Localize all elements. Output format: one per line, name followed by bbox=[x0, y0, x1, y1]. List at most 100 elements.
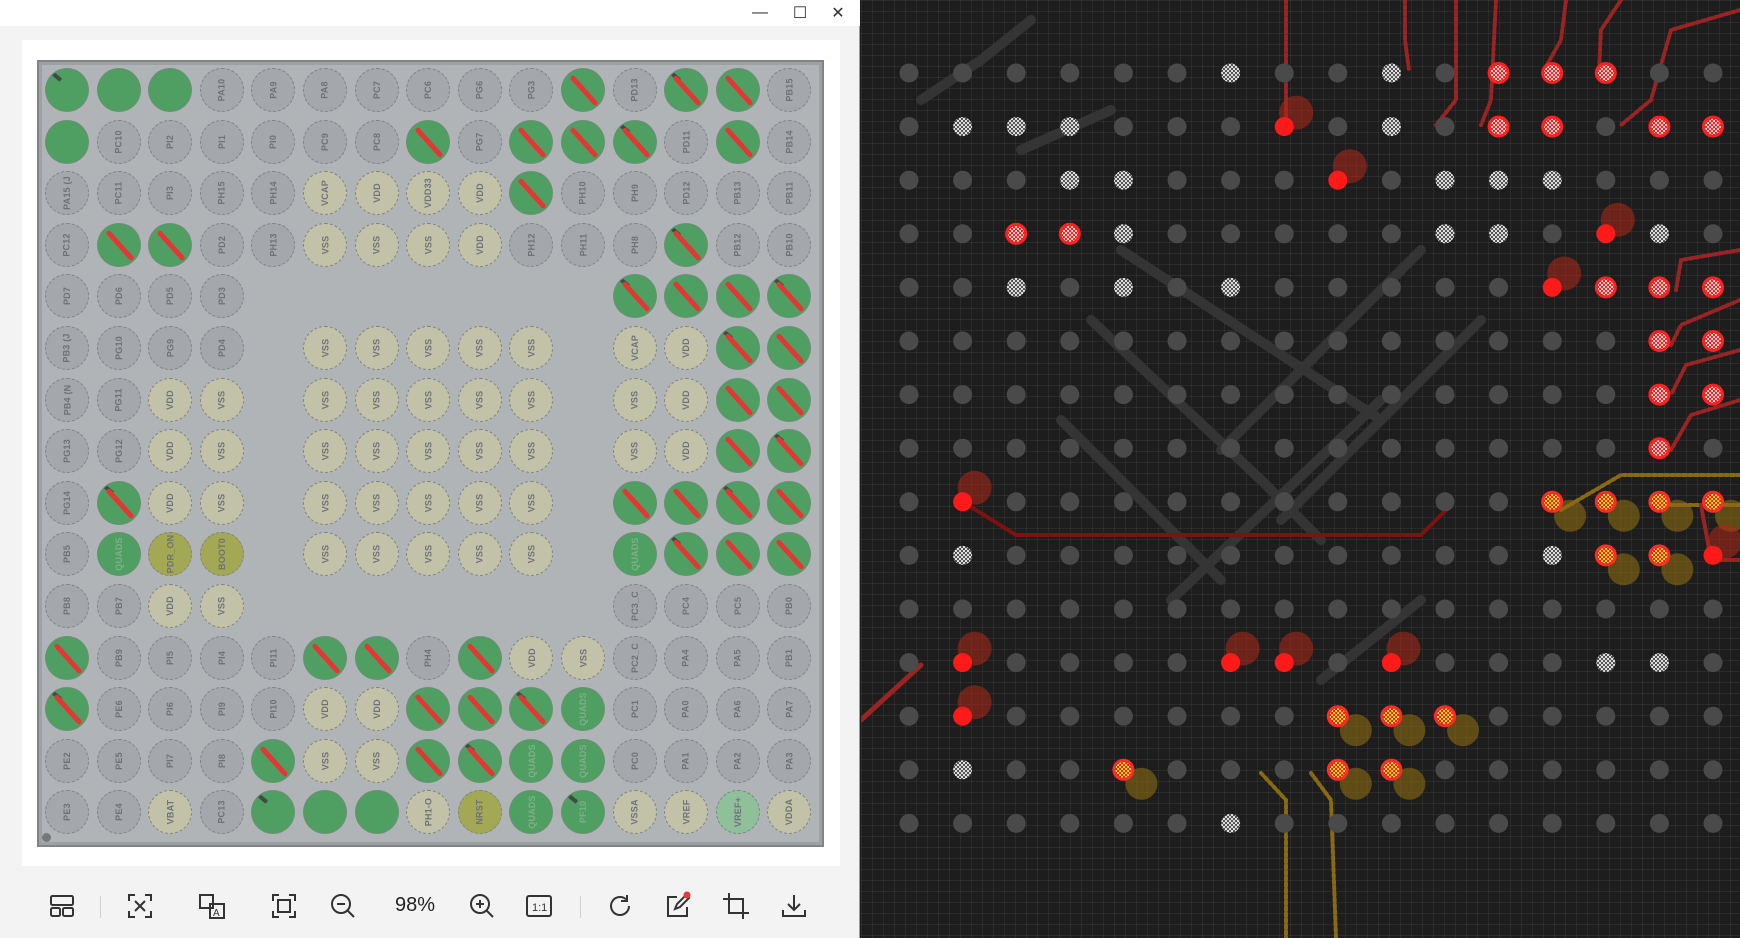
pin-10-1[interactable]: PB7 bbox=[96, 584, 141, 628]
pin-8-3[interactable]: VSS bbox=[199, 480, 244, 525]
pin-6-6[interactable]: VSS bbox=[354, 377, 399, 422]
pin-6-2[interactable]: VDD bbox=[148, 377, 193, 422]
pin-1-5[interactable]: PC9 bbox=[303, 119, 347, 164]
pin-14-7[interactable]: PH1-O bbox=[406, 790, 451, 835]
pin-14-4[interactable] bbox=[251, 790, 296, 835]
pin-13-5[interactable]: VSS bbox=[303, 738, 347, 783]
pin-2-2[interactable]: PI3 bbox=[148, 171, 193, 216]
pin-7-0[interactable]: PG13 bbox=[45, 429, 89, 474]
pin-12-6[interactable]: VDD bbox=[354, 687, 399, 732]
edit-button[interactable] bbox=[658, 886, 698, 926]
pin-3-0[interactable]: PC12 bbox=[45, 222, 89, 267]
pin-11-5[interactable] bbox=[303, 635, 347, 680]
pin-13-2[interactable]: PI7 bbox=[148, 738, 193, 783]
pin-1-4[interactable]: PI0 bbox=[251, 119, 296, 164]
pin-1-11[interactable] bbox=[612, 119, 657, 164]
pin-6-3[interactable]: VSS bbox=[199, 377, 244, 422]
pin-4-0[interactable]: PD7 bbox=[45, 274, 89, 319]
pin-14-2[interactable]: VBAT bbox=[148, 790, 193, 835]
pin-2-0[interactable]: PA15 (J bbox=[45, 171, 89, 216]
crop-button[interactable] bbox=[716, 886, 756, 926]
pin-5-5[interactable]: VSS bbox=[303, 326, 347, 370]
pin-10-0[interactable]: PB8 bbox=[45, 584, 89, 628]
pin-6-9[interactable]: VSS bbox=[509, 377, 554, 422]
pin-2-5[interactable]: VCAP bbox=[303, 171, 347, 216]
pin-1-10[interactable] bbox=[561, 119, 605, 164]
pin-9-13[interactable] bbox=[715, 532, 760, 577]
pin-2-9[interactable] bbox=[509, 171, 554, 216]
pin-11-3[interactable]: PI4 bbox=[199, 635, 244, 680]
pin-6-14[interactable] bbox=[767, 377, 812, 422]
pin-1-14[interactable]: PB14 bbox=[767, 119, 812, 164]
pin-12-13[interactable]: PA6 bbox=[715, 687, 760, 732]
pin-7-7[interactable]: VSS bbox=[406, 429, 451, 474]
pin-9-0[interactable]: PB5 bbox=[45, 532, 89, 577]
pin-1-0[interactable] bbox=[45, 119, 89, 164]
pin-9-11[interactable]: QUADS bbox=[612, 532, 657, 577]
pin-14-9[interactable]: QUADS bbox=[509, 790, 554, 835]
pin-8-13[interactable] bbox=[715, 480, 760, 525]
pin-12-5[interactable]: VDD bbox=[303, 687, 347, 732]
pin-1-3[interactable]: PI1 bbox=[199, 119, 244, 164]
pin-8-12[interactable] bbox=[664, 480, 709, 525]
pin-13-13[interactable]: PA2 bbox=[715, 738, 760, 783]
pin-3-10[interactable]: PH11 bbox=[561, 222, 605, 267]
pin-11-9[interactable]: VDD bbox=[509, 635, 554, 680]
pin-3-3[interactable]: PD2 bbox=[199, 222, 244, 267]
pin-10-11[interactable]: PC3_C bbox=[612, 584, 657, 628]
pin-9-7[interactable]: VSS bbox=[406, 532, 451, 577]
pin-6-8[interactable]: VSS bbox=[457, 377, 502, 422]
pin-2-3[interactable]: PH15 bbox=[199, 171, 244, 216]
pin-0-0[interactable] bbox=[45, 68, 89, 112]
pin-13-6[interactable]: VSS bbox=[354, 738, 399, 783]
pin-9-2[interactable]: PDR_ON bbox=[148, 532, 193, 577]
zoom-in-button[interactable] bbox=[462, 886, 502, 926]
pin-4-12[interactable] bbox=[664, 274, 709, 319]
pin-5-11[interactable]: VCAP bbox=[612, 326, 657, 370]
pin-8-0[interactable]: PG14 bbox=[45, 480, 89, 525]
zoom-out-button[interactable] bbox=[323, 886, 363, 926]
pin-11-4[interactable]: PI11 bbox=[251, 635, 296, 680]
pin-14-11[interactable]: VSSA bbox=[612, 790, 657, 835]
pin-11-2[interactable]: PI5 bbox=[148, 635, 193, 680]
pin-12-12[interactable]: PA0 bbox=[664, 687, 709, 732]
pin-12-3[interactable]: PI9 bbox=[199, 687, 244, 732]
pin-0-4[interactable]: PA9 bbox=[251, 68, 296, 112]
pin-1-7[interactable] bbox=[406, 119, 451, 164]
pin-5-0[interactable]: PB3 (J bbox=[45, 326, 89, 370]
pin-2-7[interactable]: VDD33 bbox=[406, 171, 451, 216]
pin-9-9[interactable]: VSS bbox=[509, 532, 554, 577]
pin-7-8[interactable]: VSS bbox=[457, 429, 502, 474]
pin-1-2[interactable]: PI2 bbox=[148, 119, 193, 164]
pin-9-6[interactable]: VSS bbox=[354, 532, 399, 577]
pin-11-6[interactable] bbox=[354, 635, 399, 680]
minimize-button[interactable]: — bbox=[743, 0, 777, 26]
pin-0-6[interactable]: PC7 bbox=[354, 68, 399, 112]
pin-0-5[interactable]: PA8 bbox=[303, 68, 347, 112]
pin-0-8[interactable]: PG6 bbox=[457, 68, 502, 112]
layout-button[interactable] bbox=[42, 886, 82, 926]
pin-8-11[interactable] bbox=[612, 480, 657, 525]
pin-10-12[interactable]: PC4 bbox=[664, 584, 709, 628]
pin-8-7[interactable]: VSS bbox=[406, 480, 451, 525]
pin-5-2[interactable]: PG9 bbox=[148, 326, 193, 370]
pin-2-12[interactable]: PD12 bbox=[664, 171, 709, 216]
pin-9-3[interactable]: BOOT0 bbox=[199, 532, 244, 577]
pin-0-3[interactable]: PA10 bbox=[199, 68, 244, 112]
rotate-button[interactable] bbox=[600, 886, 640, 926]
pin-5-9[interactable]: VSS bbox=[509, 326, 554, 370]
pin-11-7[interactable]: PH4 bbox=[406, 635, 451, 680]
pin-13-10[interactable]: QUADS bbox=[561, 738, 605, 783]
pin-2-14[interactable]: PB11 bbox=[767, 171, 812, 216]
pin-7-11[interactable]: VSS bbox=[612, 429, 657, 474]
pin-5-12[interactable]: VDD bbox=[664, 326, 709, 370]
pin-3-1[interactable] bbox=[96, 222, 141, 267]
pin-2-6[interactable]: VDD bbox=[354, 171, 399, 216]
pin-5-6[interactable]: VSS bbox=[354, 326, 399, 370]
pin-2-10[interactable]: PH10 bbox=[561, 171, 605, 216]
pin-13-4[interactable] bbox=[251, 738, 296, 783]
extract-text-button[interactable] bbox=[120, 886, 160, 926]
pin-5-14[interactable] bbox=[767, 326, 812, 370]
pin-13-14[interactable]: PA3 bbox=[767, 738, 812, 783]
pin-14-10[interactable]: PF10 bbox=[561, 790, 605, 835]
